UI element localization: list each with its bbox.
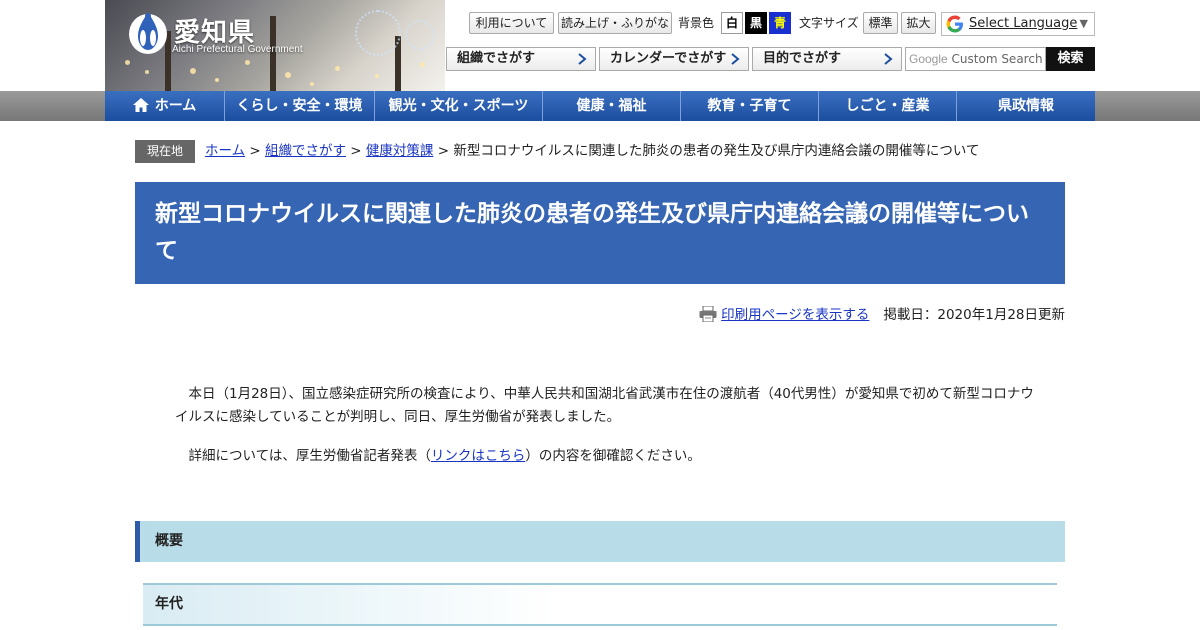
nav-item-tourism[interactable]: 観光・文化・スポーツ [375, 91, 543, 121]
section-heading-overview: 概要 [135, 521, 1065, 562]
breadcrumb-link-organization[interactable]: 組織でさがす [265, 143, 346, 159]
breadcrumb-link-home[interactable]: ホーム [205, 143, 245, 159]
font-standard-button[interactable]: 標準 [863, 12, 898, 34]
search-placeholder: Custom Search [951, 52, 1043, 66]
page-title: 新型コロナウイルスに関連した肺炎の患者の発生及び県庁内連絡会議の開催等について [155, 201, 1029, 264]
printer-icon [699, 306, 717, 322]
body-paragraph-1-text: 本日（1月28日）、国立感染症研究所の検査により、中華人民共和国湖北省武漢市在住… [175, 386, 1034, 425]
breadcrumb: ホーム > 組織でさがす > 健康対策課 > 新型コロナウイルスに関連した肺炎の… [205, 141, 979, 162]
body-paragraph-2: 詳細については、厚生労働省記者発表（リンクはこちら）の内容を御確認ください。 [175, 445, 1035, 468]
read-aloud-button[interactable]: 読み上げ・ふりがな [558, 12, 672, 34]
global-nav: ホーム くらし・安全・環境 観光・文化・スポーツ 健康・福祉 教育・子育て しご… [105, 91, 1095, 121]
updated-date: 掲載日：2020年1月28日更新 [883, 307, 1065, 323]
nav-item-home[interactable]: ホーム [105, 91, 225, 121]
breadcrumb-label: 現在地 [135, 140, 195, 163]
search-tab-label: 組織でさがす [457, 51, 536, 66]
body-paragraph-2-before: 詳細については、厚生労働省記者発表（ [188, 448, 431, 464]
nav-item-living[interactable]: くらし・安全・環境 [225, 91, 375, 121]
chevron-right-icon [731, 53, 740, 65]
language-select-arrow-icon: ▼ [1079, 17, 1088, 30]
language-select-label: Select Language [969, 16, 1078, 31]
search-tab-label: 目的でさがす [763, 51, 842, 66]
font-size-label: 文字サイズ [799, 16, 859, 30]
breadcrumb-separator: > [346, 143, 366, 159]
search-by-purpose-tab[interactable]: 目的でさがす [752, 47, 902, 71]
logo-subtitle: Aichi Prefectural Government [172, 44, 303, 55]
chevron-right-icon [578, 53, 587, 65]
prefecture-emblem-icon [129, 12, 167, 54]
search-brand: Google [909, 52, 948, 66]
usage-button[interactable]: 利用について [469, 12, 554, 34]
breadcrumb-separator: > [433, 143, 454, 159]
site-header: 愛知県 Aichi Prefectural Government 利用について … [0, 0, 1200, 91]
bg-blue-button[interactable]: 青 [769, 12, 791, 34]
nav-item-label: ホーム [154, 98, 197, 114]
search-by-organization-tab[interactable]: 組織でさがす [446, 47, 596, 71]
nav-item-education[interactable]: 教育・子育て [681, 91, 819, 121]
site-search-input[interactable]: Google Custom Search [905, 47, 1046, 71]
bg-black-button[interactable]: 黒 [745, 12, 767, 34]
page-title-box: 新型コロナウイルスに関連した肺炎の患者の発生及び県庁内連絡会議の開催等について [135, 182, 1065, 284]
body-paragraph-1: 本日（1月28日）、国立感染症研究所の検査により、中華人民共和国湖北省武漢市在住… [175, 383, 1035, 429]
home-icon [132, 98, 149, 112]
search-by-calendar-tab[interactable]: カレンダーでさがす [599, 47, 749, 71]
nav-item-government[interactable]: 県政情報 [957, 91, 1095, 121]
chevron-right-icon [884, 53, 893, 65]
google-g-icon [946, 15, 963, 33]
bg-color-label: 背景色 [678, 16, 715, 30]
language-select[interactable]: Select Language ▼ [941, 12, 1095, 36]
breadcrumb-separator: > [245, 143, 266, 159]
nav-item-health[interactable]: 健康・福祉 [543, 91, 681, 121]
print-and-date-row: 印刷用ページを表示する 掲載日：2020年1月28日更新 [699, 304, 1065, 326]
bg-white-button[interactable]: 白 [721, 12, 743, 34]
nav-item-work[interactable]: しごと・産業 [819, 91, 957, 121]
breadcrumb-link-health-division[interactable]: 健康対策課 [366, 143, 434, 159]
font-large-button[interactable]: 拡大 [901, 12, 936, 34]
press-release-link[interactable]: リンクはこちら [431, 448, 526, 464]
search-tab-label: カレンダーでさがす [610, 51, 727, 66]
breadcrumb-current: 新型コロナウイルスに関連した肺炎の患者の発生及び県庁内連絡会議の開催等について [453, 143, 980, 159]
body-paragraph-2-after: ）の内容を御確認ください。 [525, 448, 701, 464]
print-page-link[interactable]: 印刷用ページを表示する [721, 307, 869, 323]
site-logo[interactable]: 愛知県 Aichi Prefectural Government [126, 6, 316, 60]
search-button[interactable]: 検索 [1046, 47, 1095, 71]
section-heading-age: 年代 [143, 583, 1057, 626]
